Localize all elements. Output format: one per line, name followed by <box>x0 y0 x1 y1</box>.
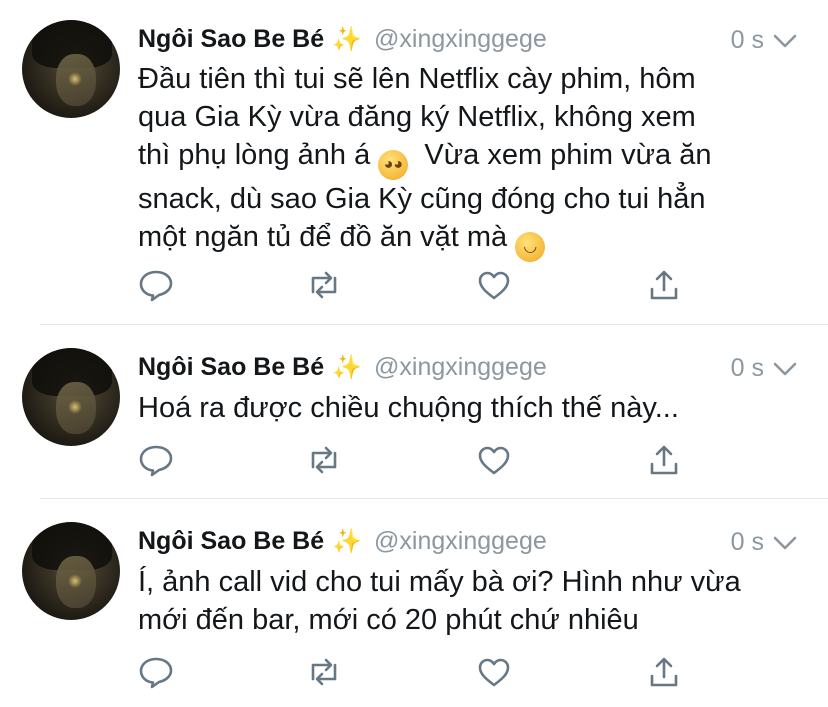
display-name[interactable]: Ngôi Sao Be Bé <box>138 527 324 556</box>
retweet-icon[interactable] <box>306 655 342 689</box>
sparkles-emoji: ✨ <box>332 353 363 381</box>
sparkles-emoji: ✨ <box>332 25 363 53</box>
like-icon[interactable] <box>476 443 512 477</box>
timestamp[interactable]: 0 s <box>731 26 764 55</box>
avatar[interactable] <box>22 348 120 446</box>
avatar[interactable] <box>22 522 120 620</box>
tweet-divider <box>40 498 828 499</box>
timestamp[interactable]: 0 s <box>731 354 764 383</box>
user-handle[interactable]: @xingxinggege <box>374 25 547 54</box>
share-icon[interactable] <box>646 655 682 689</box>
tweet-divider <box>40 324 828 325</box>
user-handle[interactable]: @xingxinggege <box>374 353 547 382</box>
sparkles-emoji: ✨ <box>332 527 363 555</box>
share-icon[interactable] <box>646 443 682 477</box>
tweet-text: Hoá ra được chiều chuộng thích thế này..… <box>138 392 679 424</box>
avatar[interactable] <box>22 20 120 118</box>
tweet-text: Đầu tiên thì tui sẽ lên Netflix cày phim… <box>138 60 808 262</box>
chevron-down-icon[interactable] <box>772 31 798 51</box>
reply-icon[interactable] <box>138 443 174 477</box>
pleading-face-emoji: ◕◕ <box>378 150 409 180</box>
chevron-down-icon[interactable] <box>772 533 798 553</box>
retweet-icon[interactable] <box>306 443 342 477</box>
display-name[interactable]: Ngôi Sao Be Bé <box>138 25 324 54</box>
display-name[interactable]: Ngôi Sao Be Bé <box>138 353 324 382</box>
timestamp[interactable]: 0 s <box>731 528 764 557</box>
share-icon[interactable] <box>646 268 682 302</box>
like-icon[interactable] <box>476 268 512 302</box>
reply-icon[interactable] <box>138 268 174 302</box>
chevron-down-icon[interactable] <box>772 359 798 379</box>
tweet-text: Í, ảnh call vid cho tui mấy bà ơi? Hình … <box>138 566 741 636</box>
user-handle[interactable]: @xingxinggege <box>374 527 547 556</box>
like-icon[interactable] <box>476 655 512 689</box>
retweet-icon[interactable] <box>306 268 342 302</box>
smiling-face-emoji: ◡ <box>515 232 546 262</box>
reply-icon[interactable] <box>138 655 174 689</box>
